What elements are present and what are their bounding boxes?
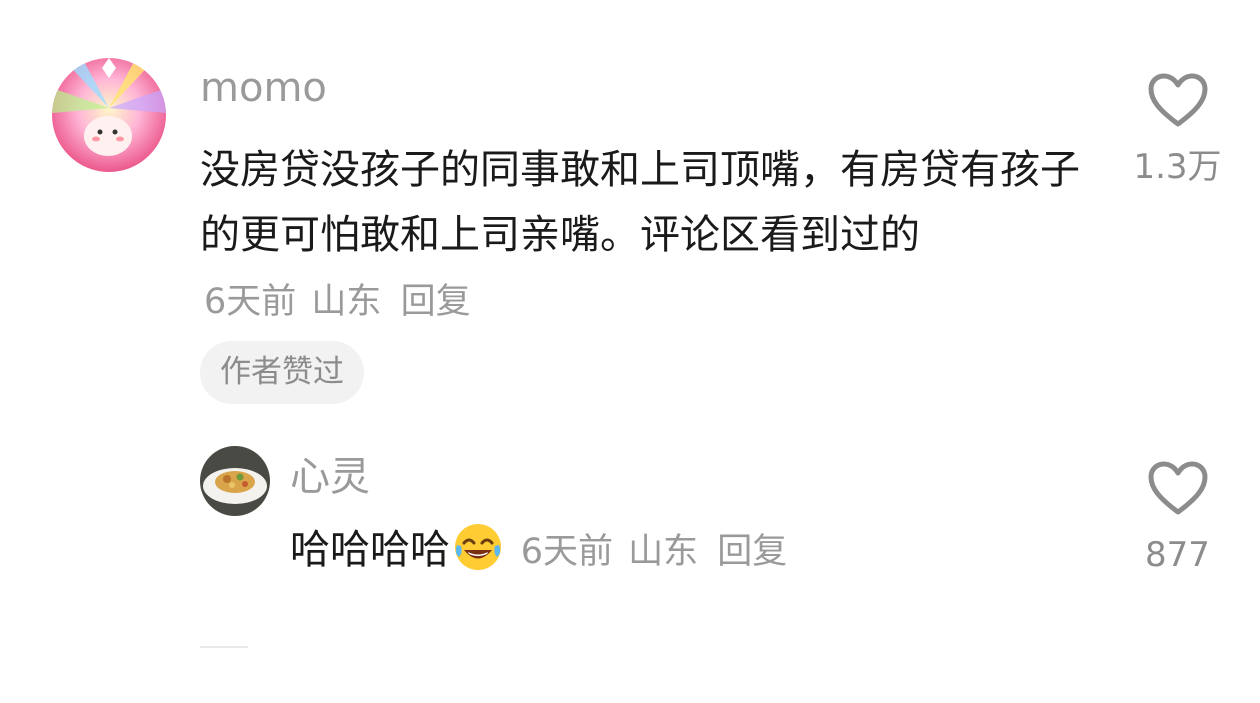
reply-meta: 6天前 山东 回复 — [517, 532, 788, 572]
divider — [200, 646, 248, 648]
joy-emoji-icon — [452, 521, 504, 573]
comment-time: 6天前 — [204, 282, 297, 322]
reply-username[interactable]: 心灵 — [290, 457, 370, 497]
comment-username[interactable]: momo — [200, 68, 327, 108]
heart-outline-icon — [1148, 73, 1207, 127]
reply-avatar[interactable] — [200, 446, 270, 516]
reply-button[interactable]: 回复 — [401, 282, 471, 322]
like-count: 1.3万 — [1133, 147, 1222, 187]
comment-location: 山东 — [311, 282, 382, 322]
reply-text-block: 哈哈哈哈 6天前 山东 回复 — [290, 518, 1070, 585]
reply-like-button[interactable]: 877 — [1125, 460, 1230, 572]
reply-time: 6天前 — [520, 532, 613, 572]
comment-text-block: 没房贷没孩子的同事敢和上司顶嘴，有房贷有孩子的更可怕敢和上司亲嘴。评论区看到过的… — [200, 138, 1090, 335]
like-button[interactable]: 1.3万 — [1125, 72, 1230, 184]
author-liked-badge: 作者赞过 — [200, 341, 364, 404]
reply-text: 哈哈哈哈 — [290, 527, 450, 573]
avatar[interactable] — [52, 58, 166, 172]
comment-meta: 6天前 山东 回复 — [200, 282, 471, 322]
heart-outline-icon — [1148, 461, 1207, 515]
reply-reply-button[interactable]: 回复 — [717, 532, 787, 572]
reply-location: 山东 — [628, 532, 699, 572]
reply-like-count: 877 — [1145, 535, 1210, 575]
comment-text: 没房贷没孩子的同事敢和上司顶嘴，有房贷有孩子的更可怕敢和上司亲嘴。评论区看到过的 — [200, 147, 1080, 258]
